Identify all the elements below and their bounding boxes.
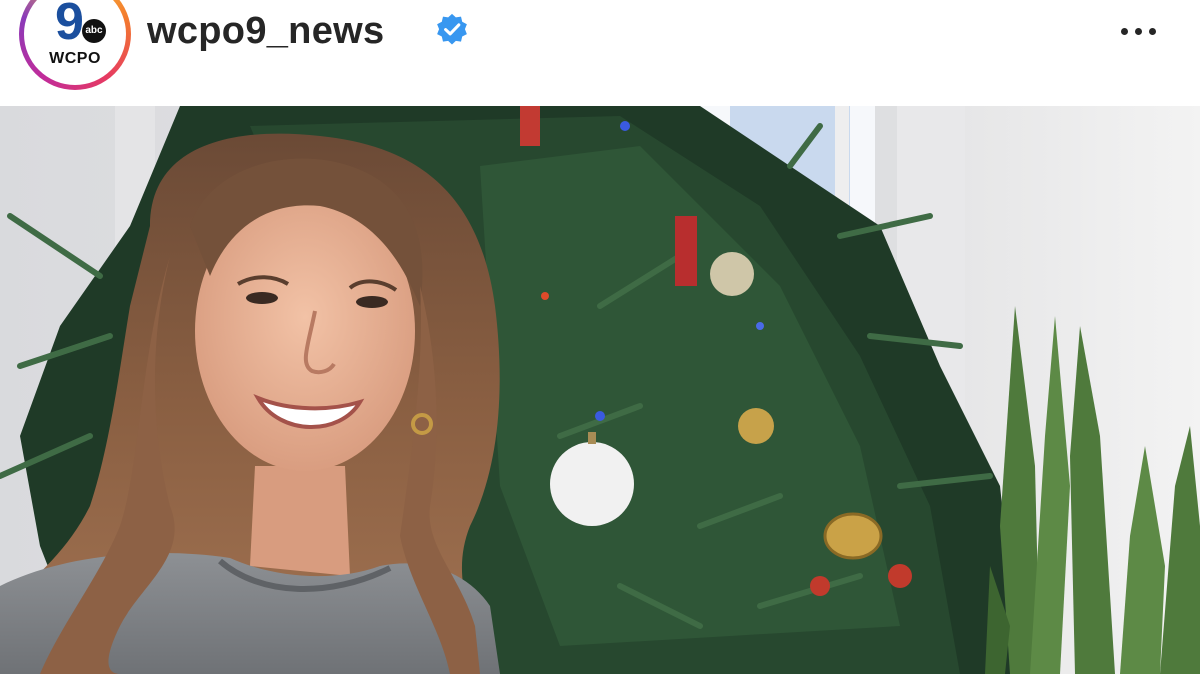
avatar[interactable]: 9 abc WCPO [19, 0, 131, 90]
logo-abc: abc [82, 19, 106, 43]
wcpo-logo: 9 abc WCPO [27, 0, 123, 82]
verified-badge-icon [437, 13, 467, 45]
more-dot [1148, 27, 1156, 35]
avatar-inner-ring: 9 abc WCPO [24, 0, 126, 85]
username-link[interactable]: wcpo9_news [147, 8, 384, 54]
post-photo[interactable] [0, 106, 1200, 674]
more-dot [1120, 27, 1128, 35]
photo-illustration [0, 106, 1200, 674]
more-options-button[interactable] [1110, 14, 1166, 48]
logo-number: 9 [55, 0, 84, 51]
post-header: 9 abc WCPO wcpo9_news [0, 0, 1200, 106]
logo-text: WCPO [49, 50, 101, 67]
more-dot [1134, 27, 1142, 35]
